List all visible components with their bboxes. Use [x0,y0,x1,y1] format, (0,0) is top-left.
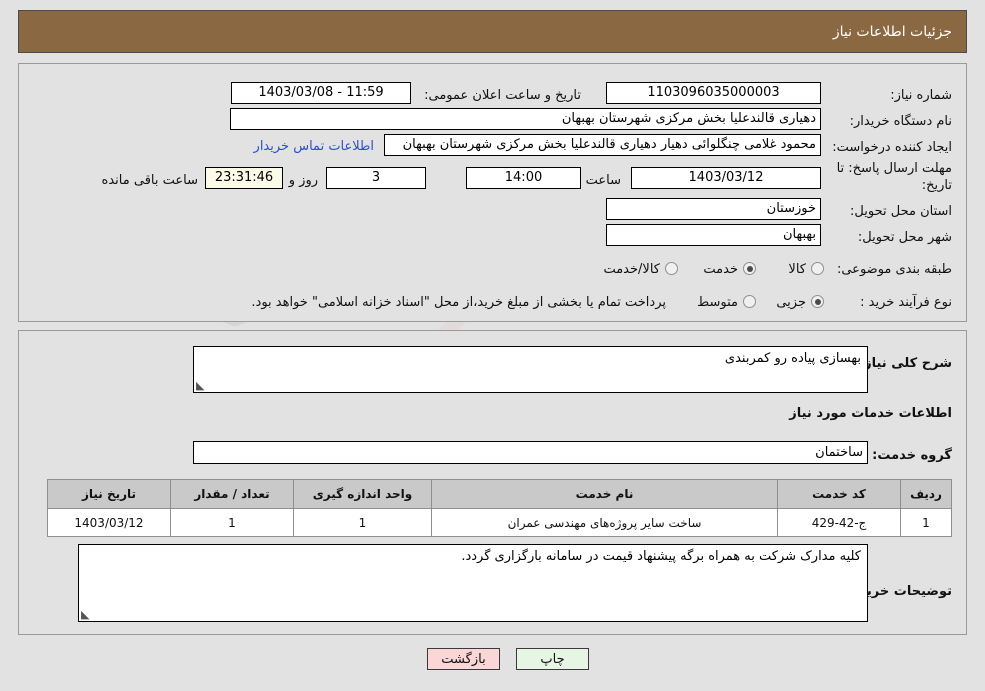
delivery-city-field: بهبهان [606,224,821,246]
need-number-label: شماره نیاز: [890,88,952,103]
table-header-row: ردیف کد خدمت نام خدمت واحد اندازه گیری ت… [47,479,952,509]
request-creator-field: محمود غلامی چنگلوائی دهیار دهیاری قالندع… [384,134,821,156]
resize-grip-icon[interactable]: ◢ [196,379,206,392]
col-quantity: تعداد / مقدار [170,479,294,509]
general-description-textarea[interactable]: بهسازی پیاده رو کمربندی ◢ [193,346,868,393]
request-creator-label: ایجاد کننده درخواست: [832,140,952,155]
radio-category-kala-khedmat-label[interactable]: کالا/خدمت [603,262,660,277]
cell-row-no: 1 [900,508,952,537]
resize-grip-icon-2[interactable]: ◢ [81,608,91,621]
purchase-process-label: نوع فرآیند خرید : [860,295,952,310]
services-table: ردیف کد خدمت نام خدمت واحد اندازه گیری ت… [47,479,952,537]
radio-category-kala-khedmat[interactable] [665,262,678,275]
need-details-panel: شرح کلی نیاز: بهسازی پیاده رو کمربندی ◢ … [18,330,967,635]
cell-quantity: 1 [170,508,294,537]
need-details-page: جزئیات اطلاعات نیاز AriaTender.net شماره… [0,0,985,691]
deadline-time-field: 14:00 [466,167,581,189]
col-service-name: نام خدمت [431,479,778,509]
cell-unit: 1 [293,508,432,537]
radio-process-motevaset-label[interactable]: متوسط [697,295,738,310]
services-section-title: اطلاعات خدمات مورد نیاز [789,406,952,421]
col-need-date: تاریخ نیاز [47,479,171,509]
general-description-value: بهسازی پیاده رو کمربندی [724,351,861,366]
cell-service-code: ج-42-429 [777,508,901,537]
radio-category-kala[interactable] [811,262,824,275]
countdown-remaining-label: ساعت باقی مانده [101,173,198,188]
cell-need-date: 1403/03/12 [47,508,171,537]
radio-category-khedmat-label[interactable]: خدمت [703,262,738,277]
col-service-code: کد خدمت [777,479,901,509]
purchase-process-note: پرداخت تمام یا بخشی از مبلغ خرید،از محل … [251,295,666,310]
need-summary-panel: شماره نیاز: 1103096035000003 تاریخ و ساع… [18,63,967,322]
col-row-no: ردیف [900,479,952,509]
countdown-field: 23:31:46 [205,167,283,189]
back-button[interactable]: بازگشت [427,648,500,670]
buyer-contact-link[interactable]: اطلاعات تماس خریدار [254,139,374,154]
buyer-comments-value: کلیه مدارک شرکت به همراه برگه پیشنهاد قی… [461,549,861,564]
radio-category-khedmat[interactable] [743,262,756,275]
print-button[interactable]: چاپ [516,648,589,670]
col-unit: واحد اندازه گیری [293,479,432,509]
response-deadline-date-field: 1403/03/12 [631,167,821,189]
announce-datetime-label: تاریخ و ساعت اعلان عمومی: [424,88,581,103]
buyer-comments-textarea[interactable]: کلیه مدارک شرکت به همراه برگه پیشنهاد قی… [78,544,868,622]
delivery-province-field: خوزستان [606,198,821,220]
deadline-time-label: ساعت [585,173,621,188]
page-title: جزئیات اطلاعات نیاز [832,23,952,40]
table-row[interactable]: 1 ج-42-429 ساخت سایر پروژه‌های مهندسی عم… [47,508,952,537]
radio-process-motevaset[interactable] [743,295,756,308]
need-number-field: 1103096035000003 [606,82,821,104]
buyer-org-label: نام دستگاه خریدار: [849,114,952,129]
days-remaining-label: روز و [288,173,318,188]
announce-datetime-field: 11:59 - 1403/03/08 [231,82,411,104]
subject-category-label: طبقه بندی موضوعی: [836,262,952,277]
radio-process-jozee[interactable] [811,295,824,308]
response-deadline-label: مهلت ارسال پاسخ: تا تاریخ: [836,161,952,193]
page-header-bar: جزئیات اطلاعات نیاز [18,10,967,53]
radio-process-jozee-label[interactable]: جزیی [776,295,806,310]
days-remaining-field: 3 [326,167,426,189]
delivery-province-label: استان محل تحویل: [850,204,952,219]
service-group-field: ساختمان [193,441,868,464]
general-description-label: شرح کلی نیاز: [858,356,952,371]
radio-category-kala-label[interactable]: کالا [788,262,806,277]
cell-service-name: ساخت سایر پروژه‌های مهندسی عمران [431,508,778,537]
buyer-org-field: دهیاری قالندعلیا بخش مرکزی شهرستان بهبها… [230,108,821,130]
delivery-city-label: شهر محل تحویل: [857,230,952,245]
service-group-label: گروه خدمت: [872,448,952,463]
